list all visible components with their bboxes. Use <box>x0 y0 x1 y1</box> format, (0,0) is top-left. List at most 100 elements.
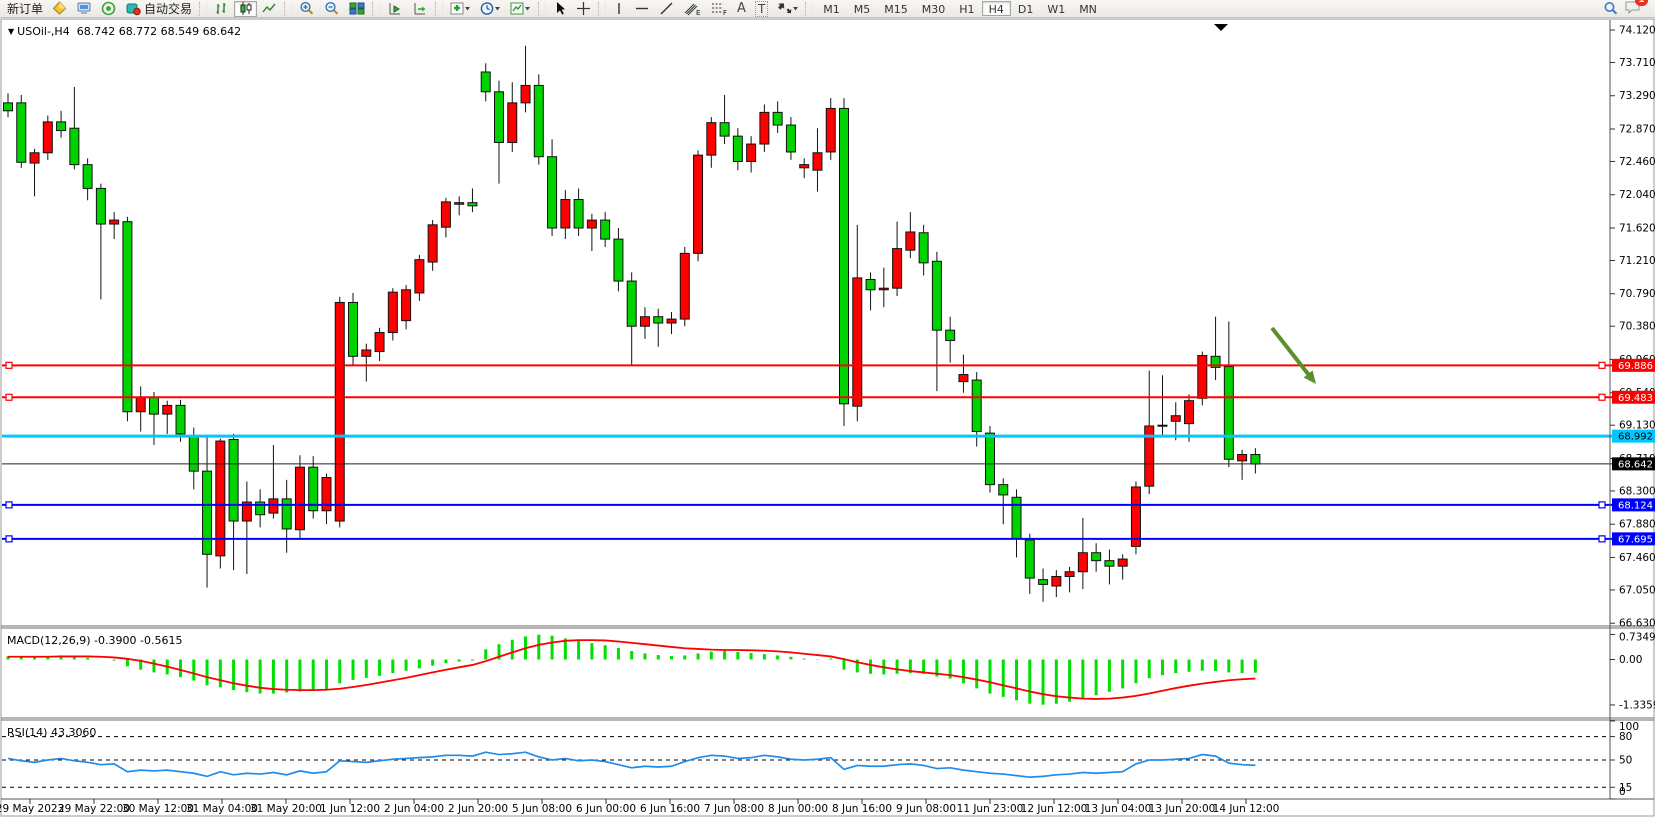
svg-text:73.290: 73.290 <box>1619 90 1655 102</box>
svg-text:70.380: 70.380 <box>1619 321 1655 333</box>
svg-text:11 Jun 23:00: 11 Jun 23:00 <box>957 803 1024 815</box>
autotrading-icon <box>125 1 141 16</box>
bar-chart-button[interactable] <box>210 1 233 17</box>
toolbar: 新订单 自动交易 <box>0 0 1655 18</box>
svg-text:29 May 2023: 29 May 2023 <box>0 803 64 815</box>
symbol-name: USOil-,H4 <box>17 25 70 38</box>
svg-text:66.630: 66.630 <box>1619 618 1655 630</box>
horizontal-line-button[interactable] <box>630 1 654 17</box>
svg-text:68.992: 68.992 <box>1618 432 1653 443</box>
text-tool-button[interactable]: A <box>733 1 750 17</box>
timeframe-button-m5[interactable]: M5 <box>847 1 878 16</box>
equidistant-channel-icon: E <box>683 1 701 16</box>
svg-text:F: F <box>723 9 727 16</box>
text-label-icon: T <box>755 1 768 17</box>
cursor-button[interactable] <box>549 1 571 17</box>
timeframe-button-m15[interactable]: M15 <box>877 1 915 16</box>
svg-text:2 Jun 04:00: 2 Jun 04:00 <box>384 803 444 815</box>
collapse-triangle-icon: ▼ <box>8 27 14 36</box>
chart-shift-button[interactable] <box>408 1 432 17</box>
zoom-out-button[interactable] <box>320 1 344 17</box>
svg-text:73.710: 73.710 <box>1619 57 1655 69</box>
toolbar-separator <box>598 2 606 16</box>
tile-windows-button[interactable] <box>345 1 369 17</box>
text-tool-icon: A <box>737 1 746 16</box>
search-icon <box>1603 1 1619 16</box>
svg-text:70.790: 70.790 <box>1619 288 1655 300</box>
new-order-label: 新订单 <box>7 0 43 17</box>
monitor-button[interactable] <box>72 1 96 17</box>
gold-diamond-button[interactable] <box>48 1 71 17</box>
fibonacci-icon: F <box>710 1 728 16</box>
svg-text:30 May 12:00: 30 May 12:00 <box>122 803 194 815</box>
svg-text:0: 0 <box>1619 786 1626 798</box>
add-indicator-button[interactable] <box>446 1 475 17</box>
svg-text:69.886: 69.886 <box>1618 361 1653 372</box>
svg-text:74.120: 74.120 <box>1619 25 1655 37</box>
search-button[interactable] <box>1599 1 1623 17</box>
svg-text:6 Jun 16:00: 6 Jun 16:00 <box>640 803 700 815</box>
cursor-icon <box>553 1 567 16</box>
line-chart-button[interactable] <box>258 1 281 17</box>
macd-indicator-label: MACD(12,26,9) -0.3900 -0.5615 <box>7 634 182 647</box>
svg-text:29 May 22:00: 29 May 22:00 <box>58 803 130 815</box>
template-icon <box>510 1 531 16</box>
add-indicator-icon <box>450 1 471 16</box>
new-order-button[interactable]: 新订单 <box>3 1 47 17</box>
chart-canvas[interactable]: 74.12073.71073.29072.87072.46072.04071.6… <box>0 18 1655 825</box>
symbol-label: ▼USOil-,H4 68.742 68.772 68.549 68.642 <box>8 25 241 38</box>
svg-text:31 May 20:00: 31 May 20:00 <box>250 803 322 815</box>
equidistant-channel-button[interactable]: E <box>679 1 705 17</box>
timeframe-button-m1[interactable]: M1 <box>816 1 847 16</box>
candlestick-chart-button[interactable] <box>234 1 257 17</box>
notification-badge: 1 <box>1635 0 1648 6</box>
toolbar-separator <box>435 2 443 16</box>
timeframe-button-w1[interactable]: W1 <box>1040 1 1072 16</box>
svg-text:72.040: 72.040 <box>1619 189 1655 201</box>
arrows-tool-button[interactable] <box>773 1 802 17</box>
svg-text:13 Jun 20:00: 13 Jun 20:00 <box>1149 803 1216 815</box>
template-button[interactable] <box>506 1 535 17</box>
svg-text:6 Jun 00:00: 6 Jun 00:00 <box>576 803 636 815</box>
timeframe-button-h4[interactable]: H4 <box>982 1 1011 16</box>
svg-text:67.050: 67.050 <box>1619 584 1655 596</box>
trendline-button[interactable] <box>655 1 678 17</box>
radar-button[interactable] <box>97 1 120 17</box>
tile-windows-icon <box>349 1 365 16</box>
fibonacci-button[interactable]: F <box>706 1 732 17</box>
svg-text:50: 50 <box>1619 755 1632 767</box>
zoom-out-icon <box>324 1 340 16</box>
svg-text:8 Jun 00:00: 8 Jun 00:00 <box>768 803 828 815</box>
svg-text:-1.3359: -1.3359 <box>1619 699 1655 711</box>
text-label-button[interactable]: T <box>751 1 772 17</box>
svg-text:68.300: 68.300 <box>1619 485 1655 497</box>
radar-icon <box>101 1 116 16</box>
period-clock-button[interactable] <box>476 1 505 17</box>
svg-text:72.870: 72.870 <box>1619 124 1655 136</box>
autoscroll-icon <box>387 1 403 16</box>
svg-text:80: 80 <box>1619 731 1632 743</box>
vertical-line-button[interactable] <box>609 1 629 17</box>
zoom-in-button[interactable] <box>295 1 319 17</box>
svg-text:69.483: 69.483 <box>1618 393 1653 404</box>
bar-chart-icon <box>214 1 229 16</box>
rsi-indicator-label: RSI(14) 43.3060 <box>7 726 96 739</box>
gold-diamond-icon <box>52 1 67 16</box>
svg-text:5 Jun 08:00: 5 Jun 08:00 <box>512 803 572 815</box>
autoscroll-button[interactable] <box>383 1 407 17</box>
autotrading-button[interactable]: 自动交易 <box>121 1 196 17</box>
chart-shift-icon <box>412 1 428 16</box>
timeframe-button-m30[interactable]: M30 <box>915 1 953 16</box>
svg-text:68.124: 68.124 <box>1618 500 1653 511</box>
trading-platform-window: 新订单 自动交易 <box>0 0 1655 825</box>
svg-text:31 May 04:00: 31 May 04:00 <box>186 803 258 815</box>
svg-text:2 Jun 20:00: 2 Jun 20:00 <box>448 803 508 815</box>
timeframe-button-d1[interactable]: D1 <box>1011 1 1040 16</box>
crosshair-button[interactable] <box>572 1 595 17</box>
svg-text:8 Jun 16:00: 8 Jun 16:00 <box>832 803 892 815</box>
notifications-button[interactable]: 1 <box>1624 0 1642 18</box>
timeframe-button-mn[interactable]: MN <box>1072 1 1104 16</box>
timeframe-button-h1[interactable]: H1 <box>952 1 981 16</box>
svg-text:7 Jun 08:00: 7 Jun 08:00 <box>704 803 764 815</box>
monitor-icon <box>76 1 92 16</box>
